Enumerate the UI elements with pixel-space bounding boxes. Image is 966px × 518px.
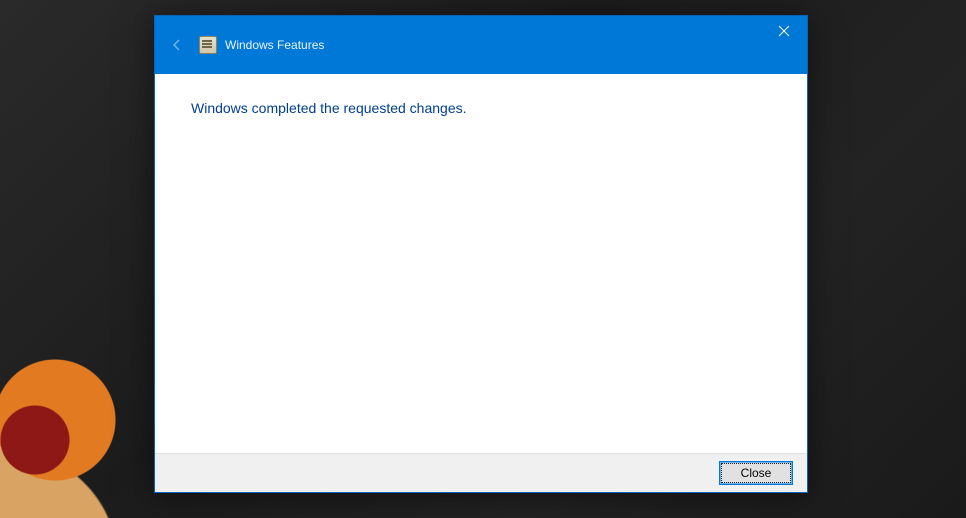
window-close-button[interactable] xyxy=(761,16,807,46)
windows-features-dialog: Windows Features Windows completed the r… xyxy=(154,15,808,493)
windows-features-icon xyxy=(199,36,217,54)
status-message: Windows completed the requested changes. xyxy=(191,100,771,116)
close-button[interactable]: Close xyxy=(719,461,793,485)
back-button xyxy=(161,29,193,61)
dialog-title: Windows Features xyxy=(225,38,324,52)
close-icon xyxy=(778,25,790,37)
close-button-label: Close xyxy=(741,466,772,480)
back-arrow-icon xyxy=(169,37,185,53)
desktop-background: Windows Features Windows completed the r… xyxy=(0,0,966,518)
dialog-content: Windows completed the requested changes. xyxy=(155,74,807,453)
dialog-titlebar: Windows Features xyxy=(155,16,807,74)
dialog-footer: Close xyxy=(155,453,807,492)
